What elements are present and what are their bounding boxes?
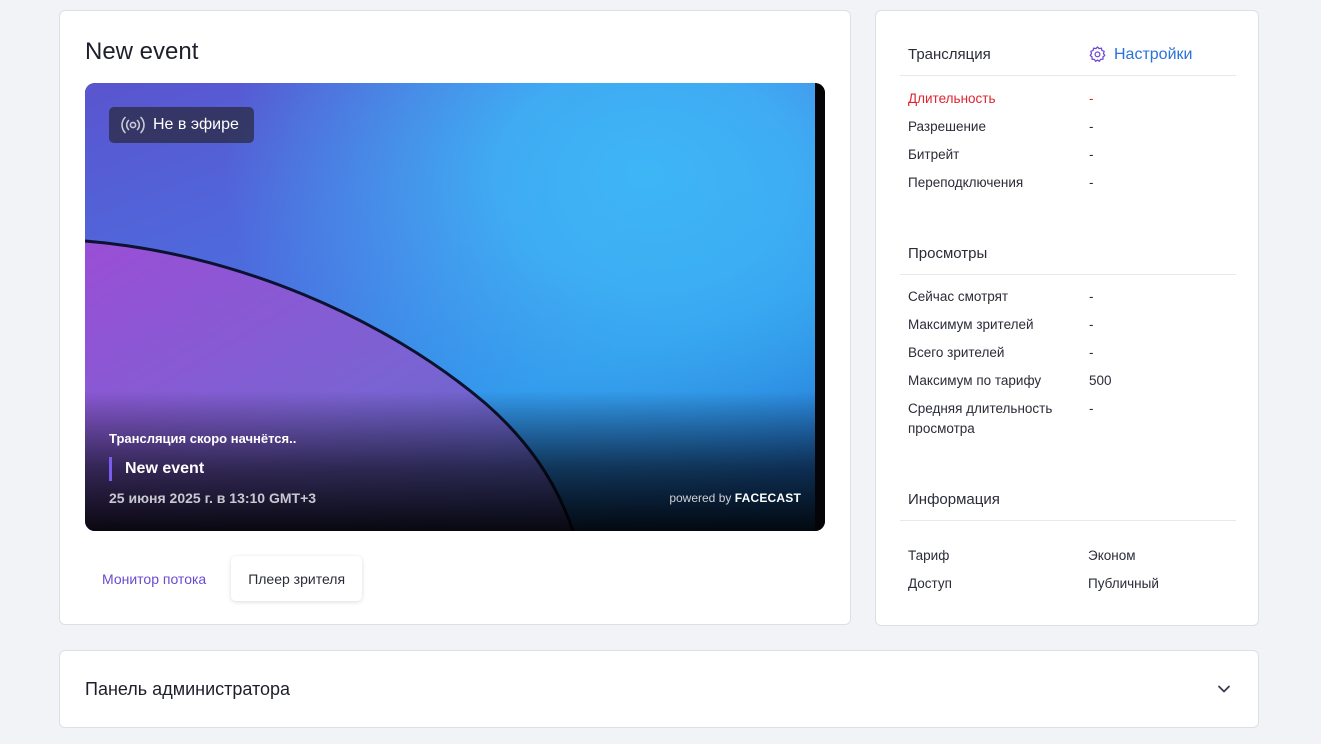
powered-prefix: powered by xyxy=(669,491,732,505)
video-player[interactable]: Не в эфире Трансляция скоро начнётся.. N… xyxy=(85,83,825,531)
info-label: Доступ xyxy=(908,576,952,591)
views-section-title: Просмотры xyxy=(908,245,988,262)
stat-value: - xyxy=(1089,119,1094,134)
starting-soon-text: Трансляция скоро начнётся.. xyxy=(109,431,297,446)
stat-value: - xyxy=(1089,91,1094,106)
chevron-down-icon[interactable] xyxy=(1216,681,1232,697)
player-edge xyxy=(815,83,825,531)
event-card: New event Не в эфире Трансляция скоро на… xyxy=(59,10,851,625)
admin-panel-title: Панель администратора xyxy=(85,679,291,699)
stat-value: 500 xyxy=(1089,373,1112,388)
stats-card: Трансляция Настройки Длительность - Разр… xyxy=(875,10,1259,626)
broadcast-status-badge: Не в эфире xyxy=(109,107,254,143)
powered-by-logo: powered by FACECAST xyxy=(669,491,801,505)
page-title: New event xyxy=(85,38,199,65)
stat-value: - xyxy=(1089,147,1094,162)
settings-link[interactable]: Настройки xyxy=(1088,45,1192,64)
player-event-date: 25 июня 2025 г. в 13:10 GMT+3 xyxy=(109,490,317,506)
broadcast-status-label: Не в эфире xyxy=(153,116,239,133)
stat-value: - xyxy=(1089,175,1094,190)
broadcast-section-title: Трансляция xyxy=(908,46,991,63)
stat-value: - xyxy=(1089,289,1094,304)
stat-label: Средняя длительность просмотра xyxy=(908,401,1053,436)
settings-label: Настройки xyxy=(1114,45,1193,63)
info-label: Тариф xyxy=(908,548,950,563)
stat-label: Максимум по тарифу xyxy=(908,373,1042,388)
info-section-header: Информация xyxy=(900,469,1236,521)
stat-value: - xyxy=(1089,401,1094,416)
tab-stream-monitor[interactable]: Монитор потока xyxy=(85,556,223,601)
broadcast-section-header: Трансляция Настройки xyxy=(900,24,1236,76)
admin-panel[interactable]: Панель администратора xyxy=(59,650,1259,728)
stat-value: - xyxy=(1089,317,1094,332)
broadcast-icon xyxy=(121,116,145,134)
gear-icon xyxy=(1089,46,1106,62)
stat-value: - xyxy=(1089,345,1094,360)
views-section-header: Просмотры xyxy=(900,223,1236,275)
info-section-title: Информация xyxy=(908,491,1000,508)
powered-brand: FACECAST xyxy=(734,491,801,505)
player-event-title: New event xyxy=(109,457,204,481)
stat-label: Сейчас смотрят xyxy=(908,289,1009,304)
stat-label: Битрейт xyxy=(908,147,960,162)
player-tabs: Монитор потока Плеер зрителя xyxy=(85,556,363,601)
info-value: Эконом xyxy=(1088,548,1136,563)
info-value: Публичный xyxy=(1088,576,1159,591)
tab-viewer-player[interactable]: Плеер зрителя xyxy=(231,556,363,601)
stat-label: Разрешение xyxy=(908,119,986,134)
stat-label: Максимум зрителей xyxy=(908,317,1034,332)
stat-label: Длительность xyxy=(908,91,996,106)
stat-label: Переподключения xyxy=(908,175,1024,190)
stat-label: Всего зрителей xyxy=(908,345,1005,360)
